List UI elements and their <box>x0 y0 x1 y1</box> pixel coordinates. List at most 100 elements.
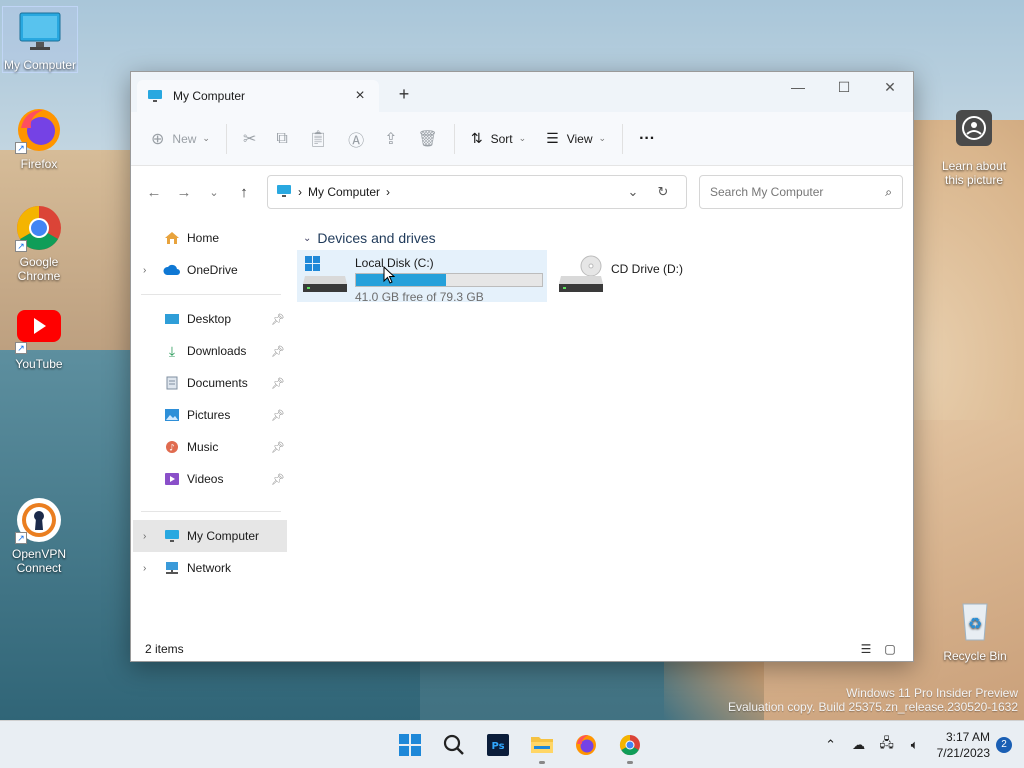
sidebar-item-network[interactable]: › Network <box>131 552 291 584</box>
chevron-right-icon[interactable]: › <box>143 265 146 276</box>
sort-button[interactable]: ⇅ Sort ⌄ <box>461 123 536 155</box>
pin-icon[interactable]: 📌︎ <box>271 473 285 486</box>
chevron-right-icon[interactable]: › <box>143 563 146 574</box>
back-button[interactable]: ← <box>139 184 169 201</box>
desktop-icon-chrome[interactable]: ↗ Google Chrome <box>1 204 77 283</box>
breadcrumb-my-computer[interactable]: My Computer <box>308 185 380 199</box>
details-view-icon[interactable]: ☰ <box>857 642 875 656</box>
picture-icon <box>163 407 181 423</box>
firefox-icon: ↗ <box>15 106 63 154</box>
pin-icon[interactable]: 📌︎ <box>271 441 285 454</box>
view-button[interactable]: ☰ View ⌄ <box>536 123 616 155</box>
paste-button[interactable]: 📋︎ <box>298 123 338 155</box>
refresh-button[interactable]: ↻ <box>648 184 678 200</box>
maximize-button[interactable]: ☐ <box>821 72 867 102</box>
sort-label: Sort <box>490 131 513 146</box>
network-icon[interactable]: 🖧︎ <box>873 734 901 756</box>
desktop-icon-label: Firefox <box>20 157 58 171</box>
sidebar-item-music[interactable]: ♪ Music 📌︎ <box>131 431 291 463</box>
sidebar-item-label: OneDrive <box>187 263 238 277</box>
drive-local-disk-c[interactable]: Local Disk (C:) 41.0 GB free of 79.3 GB <box>297 250 547 304</box>
desktop-icon-recycle-bin[interactable]: ♻ Recycle Bin <box>937 598 1013 663</box>
close-tab-icon[interactable]: × <box>351 87 369 105</box>
minimize-button[interactable]: — <box>775 72 821 102</box>
chevron-right-icon: › <box>298 185 302 199</box>
taskbar-file-explorer[interactable] <box>520 725 564 765</box>
cd-drive-icon <box>559 254 605 296</box>
share-button[interactable]: ⇪ <box>374 123 407 155</box>
large-icons-view-icon[interactable]: ▢ <box>881 642 899 656</box>
desktop-icon-openvpn[interactable]: ↗ OpenVPN Connect <box>1 496 77 575</box>
desktop-icon-youtube[interactable]: ↗ YouTube <box>1 306 77 371</box>
pin-icon[interactable]: 📌︎ <box>271 313 285 326</box>
sidebar-item-desktop[interactable]: Desktop 📌︎ <box>131 303 291 335</box>
pin-icon[interactable]: 📌︎ <box>271 377 285 390</box>
show-hidden-icons-chevron-icon[interactable]: ⌃ <box>817 737 845 753</box>
desktop-icon-firefox[interactable]: ↗ Firefox <box>1 106 77 171</box>
sidebar-item-pictures[interactable]: Pictures 📌︎ <box>131 399 291 431</box>
copy-button[interactable]: ⧉ <box>266 123 297 155</box>
sidebar-item-onedrive[interactable]: › OneDrive <box>131 254 291 286</box>
group-header-devices[interactable]: ⌄ Devices and drives <box>303 230 913 246</box>
desktop-icon-learn-picture[interactable]: Learn about this picture <box>936 108 1012 187</box>
sidebar-item-home[interactable]: Home <box>131 222 291 254</box>
sidebar-item-label: Music <box>187 440 219 454</box>
firefox-icon <box>576 735 596 755</box>
file-explorer-window: My Computer × + — ☐ ✕ ⊕ New ⌄ ✂ ⧉ 📋︎ Ⓐ ⇪… <box>130 71 914 662</box>
sidebar-item-my-computer[interactable]: › My Computer <box>133 520 287 552</box>
clipboard-icon: 📋︎ <box>307 130 329 148</box>
chevron-down-icon[interactable]: ⌄ <box>303 233 311 244</box>
chevron-right-icon[interactable]: › <box>386 185 390 199</box>
cloud-offline-icon[interactable]: ☁ <box>845 737 873 753</box>
search-box[interactable]: ⌕ <box>699 175 903 209</box>
pin-icon[interactable]: 📌︎ <box>271 345 285 358</box>
sidebar-item-downloads[interactable]: ⤓ Downloads 📌︎ <box>131 335 291 367</box>
address-history-button[interactable]: ⌄ <box>618 184 648 200</box>
cut-button[interactable]: ✂ <box>233 123 266 155</box>
folder-icon <box>531 737 553 753</box>
desktop-icon-label: OpenVPN Connect <box>11 547 67 575</box>
new-button[interactable]: ⊕ New ⌄ <box>141 123 220 155</box>
sort-arrows-icon: ⇅ <box>470 130 483 146</box>
openvpn-icon: ↗ <box>15 496 63 544</box>
delete-button[interactable]: 🗑︎ <box>408 123 448 155</box>
new-tab-button[interactable]: + <box>395 84 413 105</box>
desktop-icon-my-computer[interactable]: My Computer <box>2 6 78 73</box>
view-label: View <box>566 131 593 146</box>
address-bar[interactable]: › My Computer › ⌄ ↻ <box>267 175 687 209</box>
rename-icon: Ⓐ <box>348 132 365 150</box>
sidebar-item-videos[interactable]: Videos 📌︎ <box>131 463 291 495</box>
drive-cd-d[interactable]: CD Drive (D:) <box>553 250 689 302</box>
search-input[interactable] <box>710 185 886 199</box>
sidebar-item-documents[interactable]: Documents 📌︎ <box>131 367 291 399</box>
toolbar-divider <box>225 123 227 154</box>
monitor-icon <box>276 184 292 201</box>
camera-icon <box>950 108 998 156</box>
pin-icon[interactable]: 📌︎ <box>271 409 285 422</box>
chrome-icon <box>619 734 640 756</box>
recent-locations-button[interactable]: ⌄ <box>199 186 229 199</box>
up-button[interactable]: ↑ <box>229 184 259 201</box>
search-button[interactable] <box>432 725 476 765</box>
trash-icon: 🗑︎ <box>417 130 438 148</box>
chevron-down-icon: ⌄ <box>518 133 527 143</box>
shortcut-arrow-icon: ↗ <box>15 532 27 544</box>
sidebar-item-label: Documents <box>187 376 248 390</box>
volume-icon[interactable]: 🔈︎ <box>901 737 929 753</box>
notification-badge[interactable]: 2 <box>996 737 1012 753</box>
see-more-button[interactable]: ··· <box>629 123 665 155</box>
desktop-icon-label: My Computer <box>3 58 77 72</box>
forward-button[interactable]: → <box>169 184 199 201</box>
start-button[interactable] <box>388 725 432 765</box>
taskbar-firefox[interactable] <box>564 725 608 765</box>
clock[interactable]: 3:17 AM 7/21/2023 <box>937 729 990 761</box>
taskbar-photoshop[interactable]: Ps <box>476 725 520 765</box>
tab-my-computer[interactable]: My Computer × <box>137 80 379 112</box>
close-button[interactable]: ✕ <box>867 72 913 102</box>
share-icon: ⇪ <box>384 130 398 148</box>
taskbar-chrome[interactable] <box>608 725 652 765</box>
rename-button[interactable]: Ⓐ <box>338 123 374 155</box>
status-bar: 2 items ☰ ▢ <box>131 637 913 661</box>
chevron-right-icon[interactable]: › <box>143 531 146 542</box>
explorer-body: Home › OneDrive Desktop 📌︎ ⤓ Downloads 📌… <box>131 218 913 638</box>
